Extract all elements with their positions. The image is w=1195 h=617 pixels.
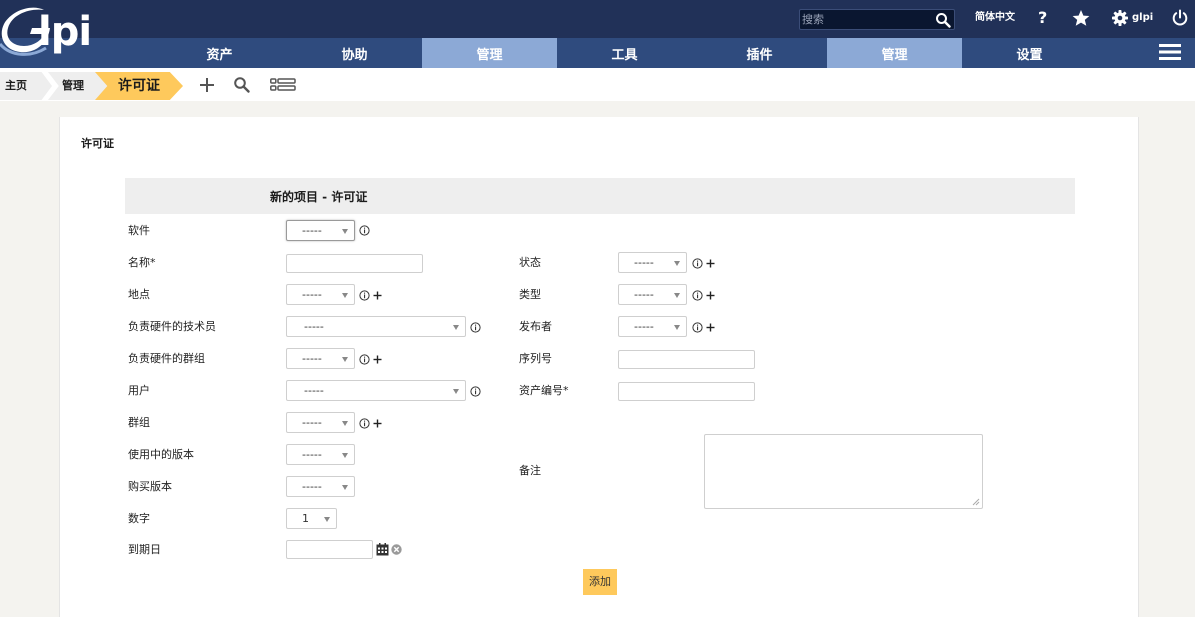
number-select-value: 1 — [302, 512, 309, 525]
menu-assistance[interactable]: 协助 — [287, 38, 422, 68]
serial-label: 序列号 — [519, 352, 552, 365]
type-select-value: ----- — [634, 288, 654, 301]
name-input[interactable] — [286, 254, 423, 273]
publisher-select[interactable]: ----- — [618, 316, 687, 337]
version-in-use-label: 使用中的版本 — [128, 448, 194, 461]
software-select-value: ----- — [302, 224, 322, 237]
publisher-select-value: ----- — [634, 320, 654, 333]
add-group-icon[interactable] — [373, 419, 382, 428]
info-icon[interactable] — [359, 418, 370, 429]
top-bar: 简体中文 ? glpi — [0, 0, 1195, 38]
tech-group-label: 负责硬件的群组 — [128, 352, 205, 365]
form-header: 新的项目 - 许可证 — [125, 178, 1075, 214]
status-select-value: ----- — [634, 256, 654, 269]
status-select[interactable]: ----- — [618, 252, 687, 273]
search-input[interactable] — [802, 11, 930, 28]
user-select[interactable]: ----- — [286, 380, 466, 401]
add-button[interactable]: 添加 — [583, 569, 617, 595]
serial-input[interactable] — [618, 350, 755, 369]
page-title: 许可证 — [81, 137, 114, 150]
search-box[interactable] — [799, 9, 955, 30]
info-icon[interactable] — [359, 354, 370, 365]
user-label: 用户 — [128, 384, 150, 397]
expiry-date-input[interactable] — [286, 540, 373, 559]
software-label: 软件 — [128, 224, 150, 237]
tech-group-select-value: ----- — [302, 352, 322, 365]
group-select[interactable]: ----- — [286, 412, 355, 433]
menu-management[interactable]: 管理 — [422, 38, 557, 68]
menu-setup[interactable]: 设置 — [962, 38, 1097, 68]
group-label: 群组 — [128, 416, 150, 429]
notes-label: 备注 — [519, 464, 541, 477]
expiry-label: 到期日 — [128, 543, 161, 556]
main-menu: 资产 协助 管理 工具 插件 管理 设置 — [0, 38, 1195, 68]
menu-tools[interactable]: 工具 — [557, 38, 692, 68]
number-select[interactable]: 1 — [286, 508, 337, 529]
menu-administration[interactable]: 管理 — [827, 38, 962, 68]
add-tech-group-icon[interactable] — [373, 355, 382, 364]
language-selector[interactable]: 简体中文 — [975, 0, 1015, 38]
software-select[interactable]: ----- — [286, 220, 355, 241]
breadcrumb-home[interactable]: 主页 — [0, 72, 52, 100]
purchase-version-label: 购买版本 — [128, 480, 172, 493]
add-icon[interactable] — [198, 76, 216, 94]
glpi-logo[interactable]: lpi — [0, 0, 110, 68]
gear-icon[interactable] — [1111, 9, 1129, 27]
user-select-value: ----- — [304, 384, 324, 397]
type-select[interactable]: ----- — [618, 284, 687, 305]
breadcrumb: 主页 管理 许可证 — [0, 68, 1195, 101]
notes-textarea[interactable] — [704, 434, 983, 509]
inventory-input[interactable] — [618, 382, 755, 401]
logo-text: lpi — [38, 9, 92, 55]
location-label: 地点 — [128, 288, 150, 301]
add-location-icon[interactable] — [373, 291, 382, 300]
name-label: 名称* — [128, 256, 156, 269]
breadcrumb-current[interactable]: 许可证 — [95, 72, 183, 100]
content-panel: 许可证 新的项目 - 许可证 软件 名称* 地点 负责硬件的技术员 负责硬件的群… — [59, 117, 1139, 617]
add-status-icon[interactable] — [706, 259, 715, 268]
info-icon[interactable] — [692, 258, 703, 269]
tech-user-select[interactable]: ----- — [286, 316, 466, 337]
info-icon[interactable] — [692, 290, 703, 301]
version-in-use-select-value: ----- — [302, 448, 322, 461]
tech-user-label: 负责硬件的技术员 — [128, 320, 216, 333]
power-icon[interactable] — [1171, 9, 1189, 27]
info-icon[interactable] — [470, 386, 481, 397]
inventory-label: 资产编号* — [519, 384, 569, 397]
status-label: 状态 — [519, 256, 541, 269]
info-icon[interactable] — [470, 322, 481, 333]
add-type-icon[interactable] — [706, 291, 715, 300]
info-icon[interactable] — [359, 225, 370, 236]
add-publisher-icon[interactable] — [706, 323, 715, 332]
version-in-use-select[interactable]: ----- — [286, 444, 355, 465]
search-list-icon[interactable] — [233, 76, 251, 94]
menu-assets[interactable]: 资产 — [152, 38, 287, 68]
type-label: 类型 — [519, 288, 541, 301]
tech-group-select[interactable]: ----- — [286, 348, 355, 369]
calendar-icon[interactable] — [376, 543, 389, 556]
info-icon[interactable] — [692, 322, 703, 333]
location-select-value: ----- — [302, 288, 322, 301]
form-title: 新的项目 - 许可证 — [270, 190, 368, 204]
info-icon[interactable] — [359, 290, 370, 301]
purchase-version-select-value: ----- — [302, 480, 322, 493]
tech-user-select-value: ----- — [304, 320, 324, 333]
publisher-label: 发布者 — [519, 320, 552, 333]
list-view-icon[interactable] — [270, 76, 296, 94]
hamburger-menu-icon[interactable] — [1159, 43, 1181, 61]
number-label: 数字 — [128, 512, 150, 525]
location-select[interactable]: ----- — [286, 284, 355, 305]
purchase-version-select[interactable]: ----- — [286, 476, 355, 497]
resize-grip-icon[interactable] — [972, 498, 980, 506]
star-icon[interactable] — [1072, 9, 1090, 27]
group-select-value: ----- — [302, 416, 322, 429]
menu-plugins[interactable]: 插件 — [692, 38, 827, 68]
help-button[interactable]: ? — [1038, 0, 1047, 38]
user-name[interactable]: glpi — [1132, 0, 1153, 38]
search-icon[interactable] — [935, 12, 951, 28]
clear-date-icon[interactable] — [391, 544, 402, 555]
